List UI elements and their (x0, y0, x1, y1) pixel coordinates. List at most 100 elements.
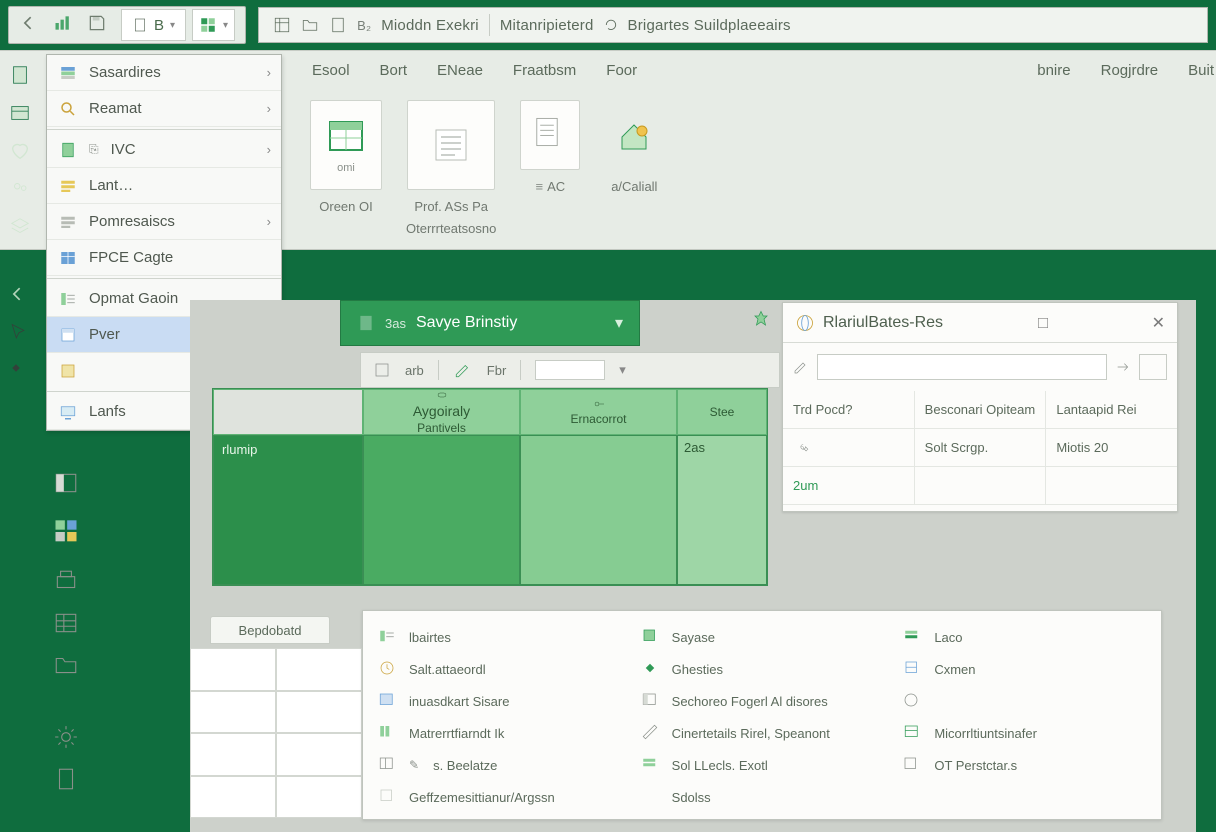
opt-lbairtes[interactable]: lbairtes (377, 621, 622, 653)
opt-cinertetails[interactable]: Cinertetails Rirel, Speanont (640, 717, 885, 749)
print-icon[interactable] (52, 568, 80, 594)
document-banner[interactable]: 3as Savye Brinstiy ▾ (340, 300, 640, 346)
order-button[interactable]: omi (310, 100, 382, 190)
prof-button[interactable] (407, 100, 495, 190)
panel-cell[interactable]: Miotis 20 (1046, 429, 1177, 466)
menu-item-sasardires[interactable]: Sasardires› (47, 55, 281, 91)
ribbon-label-calc: a/Caliall (611, 176, 657, 196)
sheet-mini-icon[interactable] (373, 361, 391, 379)
menu-label: IVC (111, 141, 136, 158)
save-icon[interactable] (87, 13, 115, 37)
ribbon-label-ac: AC (547, 179, 565, 194)
menu-item-ivc[interactable]: ⎘IVC› (47, 132, 281, 168)
heart-icon[interactable] (8, 140, 36, 164)
back-icon[interactable] (19, 13, 47, 37)
opt-geffz[interactable]: Geffzemesittianur/Argssn (377, 781, 622, 813)
pen-icon[interactable] (793, 359, 809, 375)
pin-icon[interactable] (752, 310, 770, 328)
ribbon-tab-0[interactable]: Esool (310, 58, 352, 83)
toolbar-input[interactable] (535, 360, 605, 380)
green-doc-icon (57, 140, 79, 160)
diamond-icon[interactable] (8, 360, 36, 384)
users-icon[interactable] (8, 178, 36, 202)
ribbon-tab-6[interactable]: Rogjrdre (1099, 58, 1161, 83)
opt-cxmen[interactable]: Cxmen (902, 653, 1147, 685)
panel-cell[interactable]: Solt Scrgp. (915, 429, 1047, 466)
chevron-down-icon: ▾ (619, 362, 626, 378)
ac-button[interactable] (520, 100, 580, 170)
opt-radio[interactable] (902, 685, 1147, 717)
pen-icon[interactable] (453, 361, 473, 379)
table-cell[interactable] (520, 435, 677, 585)
panel-cell[interactable] (783, 429, 915, 466)
ribbon-tab-7[interactable]: Buit (1186, 58, 1216, 83)
monitor-icon (57, 402, 79, 422)
folder-icon[interactable] (52, 652, 80, 678)
layers-icon[interactable] (8, 216, 36, 240)
opt-sechoreo[interactable]: Sechoreo Fogerl Al disores (640, 685, 885, 717)
page-icon[interactable] (52, 766, 80, 792)
panel-col-2[interactable]: Lantaapid Rei (1046, 391, 1177, 428)
maximize-icon[interactable] (1036, 316, 1050, 330)
opt-sdolss[interactable]: Sdolss (640, 781, 885, 813)
calc-button[interactable] (604, 100, 664, 170)
table-head-1[interactable]: Ernacorrot (520, 389, 677, 435)
menu-item-fpce[interactable]: FPCE Cagte (47, 240, 281, 276)
sheet-tab[interactable]: Bepdobatd (210, 616, 330, 644)
ribbon-group-prof: Prof. ASs Pa Oterrrteatsosno (406, 100, 496, 249)
sheet-icon[interactable] (8, 102, 36, 126)
gear-icon[interactable] (52, 724, 80, 750)
panel-search-input[interactable] (817, 354, 1107, 380)
panel-cell[interactable]: 2um (783, 467, 915, 504)
panel-col-1[interactable]: Besconari Opiteam (915, 391, 1047, 428)
table-cell[interactable] (363, 435, 520, 585)
green-rows-icon (640, 755, 662, 775)
table-cell[interactable]: 2as (677, 435, 767, 585)
opt-sollecs[interactable]: Sol LLecls. Exotl (640, 749, 885, 781)
table-icon[interactable] (52, 610, 80, 636)
panel-col-0[interactable]: Trd Pocd? (783, 391, 915, 428)
page-icon (132, 17, 148, 33)
close-icon[interactable]: ✕ (1152, 313, 1165, 333)
opt-matrerr[interactable]: Matrerrtfiarndt Ik (377, 717, 622, 749)
opt-beelatze[interactable]: ✎s. Beelatze (377, 749, 622, 781)
arrow-left-icon[interactable] (8, 284, 36, 308)
opt-inuasdkart[interactable]: inuasdkart Sisare (377, 685, 622, 717)
panel-icon[interactable] (52, 470, 80, 496)
chart-icon[interactable] (53, 13, 81, 37)
opt-ghesties[interactable]: Ghesties (640, 653, 885, 685)
table-head-2[interactable]: Stee (677, 389, 767, 435)
ribbon-tab-1[interactable]: Bort (378, 58, 410, 83)
opt-otperst[interactable]: OT Perstctar.s (902, 749, 1147, 781)
menu-item-pomresaiscs[interactable]: Pomresaiscs› (47, 204, 281, 240)
table-head-blank (213, 389, 363, 435)
menu-label: Reamat (89, 100, 142, 117)
arrow-icon[interactable] (1115, 359, 1131, 375)
document-icon[interactable] (8, 64, 36, 88)
submenu-arrow-icon: › (267, 142, 271, 157)
note-green-icon (640, 627, 662, 647)
menu-label: FPCE Cagte (89, 249, 173, 266)
qat-tab-b[interactable]: B ▾ (121, 9, 186, 41)
cursor-icon[interactable] (8, 322, 36, 346)
green-cols-icon (377, 723, 399, 743)
menu-item-lant[interactable]: Lant… (47, 168, 281, 204)
panel-cell[interactable] (1046, 467, 1177, 504)
ribbon-tab-2[interactable]: ENeae (435, 58, 485, 83)
thumbs-icon[interactable] (52, 512, 80, 552)
ribbon-tab-5[interactable]: bnire (1035, 58, 1072, 83)
panel-cell[interactable] (915, 467, 1047, 504)
opt-laco[interactable]: Laco (902, 621, 1147, 653)
table-head-0[interactable]: Aygoiraly Pantivels (363, 389, 520, 435)
worksheet-grid[interactable] (190, 648, 362, 818)
ribbon-tab-3[interactable]: Fraatbsm (511, 58, 578, 83)
ribbon-tab-4[interactable]: Foor (604, 58, 639, 83)
ribbon-label-order: Oreen OI (319, 196, 372, 216)
opt-sayase[interactable]: Sayase (640, 621, 885, 653)
menu-item-reamat[interactable]: Reamat› (47, 91, 281, 127)
stack-icon (57, 63, 79, 83)
qat-tab-2[interactable]: ▾ (192, 9, 235, 41)
panel-btn[interactable] (1139, 354, 1167, 380)
opt-micorr[interactable]: Micorrltiuntsinafer (902, 717, 1147, 749)
opt-salt[interactable]: Salt.attaeordl (377, 653, 622, 685)
